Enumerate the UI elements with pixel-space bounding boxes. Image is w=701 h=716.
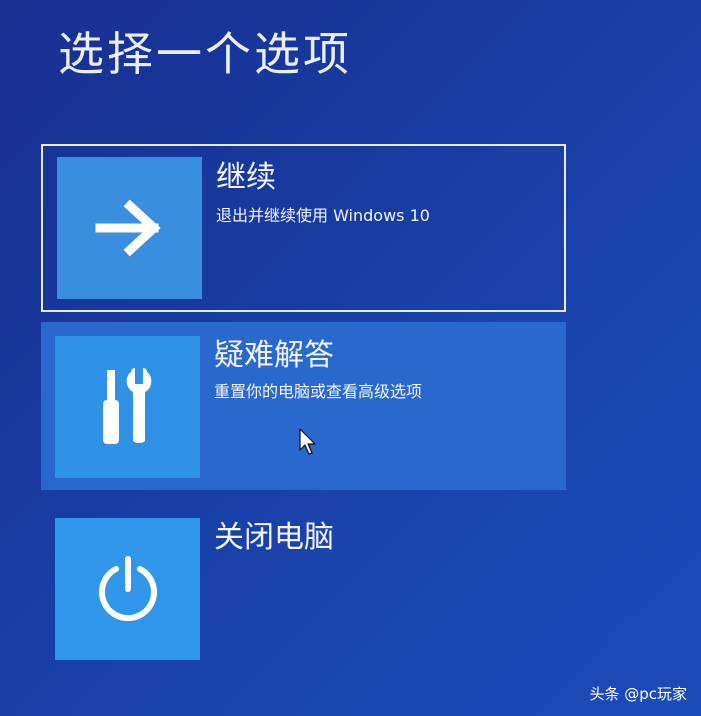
- page-title: 选择一个选项: [58, 27, 352, 81]
- continue-option[interactable]: 继续 退出并继续使用 Windows 10: [41, 144, 566, 312]
- power-icon: [98, 556, 157, 621]
- recovery-screen: 选择一个选项 继续 退出并继续使用 Windows 10 疑难解答 重置你的电脑…: [0, 0, 701, 716]
- watermark: 头条 @pc玩家: [589, 685, 687, 703]
- shutdown-tile: [55, 518, 200, 660]
- troubleshoot-tile: [55, 336, 200, 478]
- troubleshoot-title: 疑难解答: [214, 338, 334, 373]
- continue-description: 退出并继续使用 Windows 10: [216, 206, 430, 225]
- continue-title: 继续: [216, 160, 276, 195]
- troubleshoot-option[interactable]: 疑难解答 重置你的电脑或查看高级选项: [41, 322, 566, 490]
- mouse-cursor-icon: [299, 428, 316, 455]
- shutdown-title: 关闭电脑: [214, 520, 334, 555]
- arrow-right-icon: [95, 199, 161, 257]
- continue-tile: [57, 157, 202, 299]
- tools-icon: [102, 368, 151, 444]
- shutdown-option[interactable]: 关闭电脑: [41, 508, 566, 673]
- troubleshoot-description: 重置你的电脑或查看高级选项: [214, 382, 423, 401]
